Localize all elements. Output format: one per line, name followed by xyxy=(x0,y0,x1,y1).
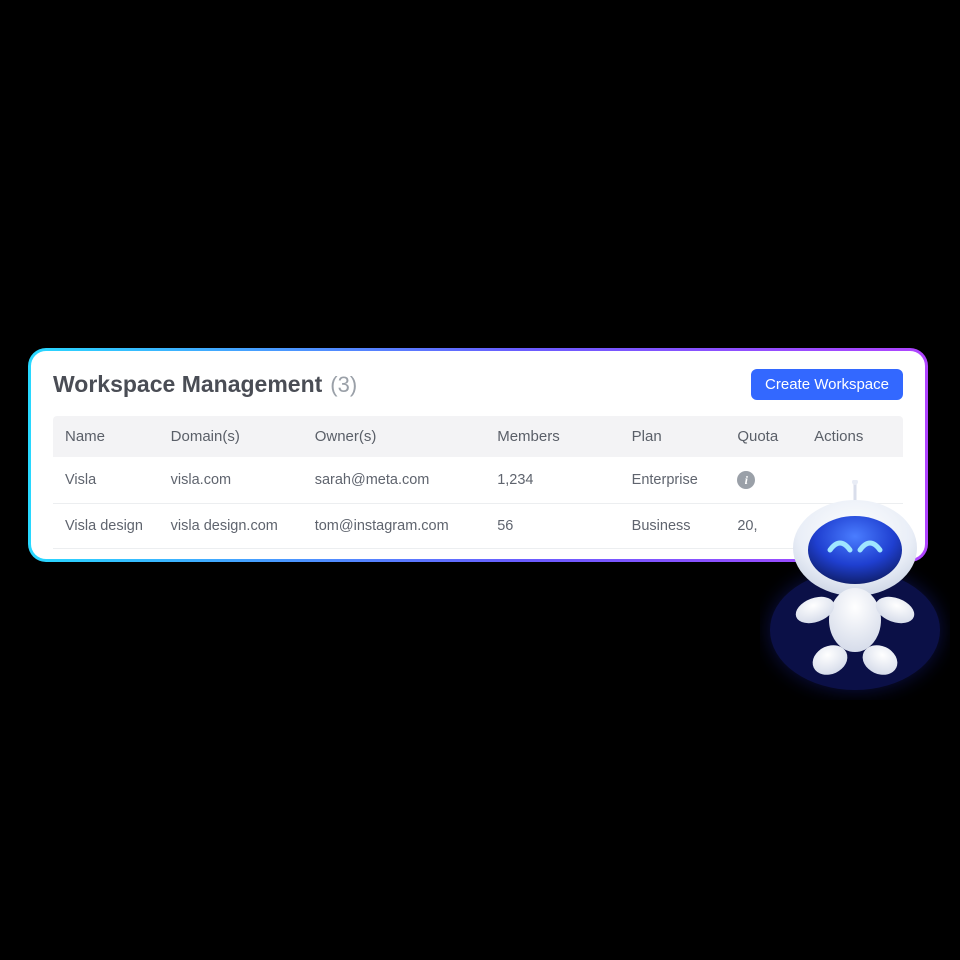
cell-members: 1,234 xyxy=(497,472,631,488)
cell-plan: Enterprise xyxy=(632,472,738,488)
cell-domain: visla.com xyxy=(171,472,315,488)
workspace-card-inner: Workspace Management (3) Create Workspac… xyxy=(31,351,925,559)
table-row[interactable]: Visla design visla design.com tom@instag… xyxy=(53,504,903,549)
col-header-actions: Actions xyxy=(814,428,891,445)
cell-owner: sarah@meta.com xyxy=(315,472,497,488)
create-workspace-button[interactable]: Create Workspace xyxy=(751,369,903,400)
col-header-members: Members xyxy=(497,428,631,445)
col-header-quota: Quota xyxy=(737,428,814,445)
col-header-plan: Plan xyxy=(632,428,738,445)
table-row[interactable]: Visla visla.com sarah@meta.com 1,234 Ent… xyxy=(53,457,903,504)
cell-quota: i xyxy=(737,471,814,489)
cell-plan: Business xyxy=(632,518,738,534)
workspace-table: Name Domain(s) Owner(s) Members Plan Quo… xyxy=(53,416,903,549)
col-header-owner: Owner(s) xyxy=(315,428,497,445)
title-group: Workspace Management (3) xyxy=(53,371,357,398)
card-header: Workspace Management (3) Create Workspac… xyxy=(53,369,903,400)
workspace-card: Workspace Management (3) Create Workspac… xyxy=(28,348,928,562)
info-icon[interactable]: i xyxy=(737,471,755,489)
cell-owner: tom@instagram.com xyxy=(315,518,497,534)
cell-quota: 20, xyxy=(737,518,814,534)
cell-name: Visla design xyxy=(65,518,171,534)
workspace-count: (3) xyxy=(330,372,357,398)
cell-members: 56 xyxy=(497,518,631,534)
col-header-name: Name xyxy=(65,428,171,445)
cell-name: Visla xyxy=(65,472,171,488)
table-header: Name Domain(s) Owner(s) Members Plan Quo… xyxy=(53,416,903,457)
col-header-domain: Domain(s) xyxy=(171,428,315,445)
cell-domain: visla design.com xyxy=(171,518,315,534)
page-title: Workspace Management xyxy=(53,371,322,398)
